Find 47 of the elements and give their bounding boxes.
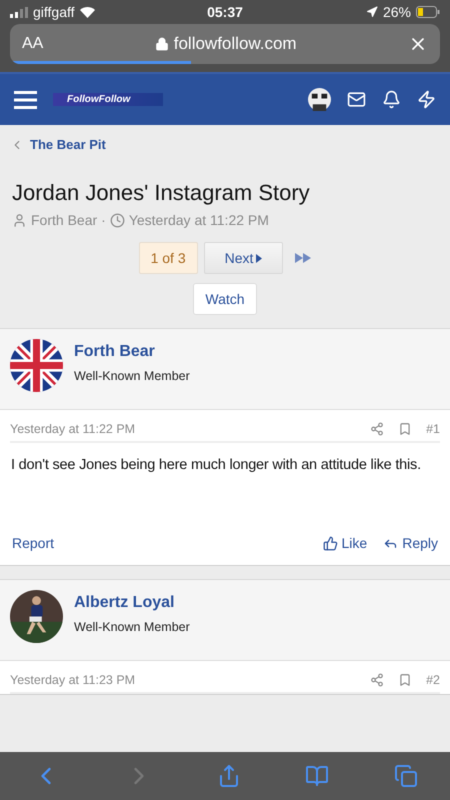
battery-icon (416, 6, 440, 18)
post-author[interactable]: Albertz Loyal (74, 594, 190, 612)
post-author[interactable]: Forth Bear (74, 343, 190, 361)
site-logo[interactable]: FollowFollow (53, 93, 163, 106)
triangle-right-icon (256, 254, 262, 262)
thumbs-up-icon (322, 536, 338, 550)
lightning-icon[interactable] (417, 90, 436, 109)
user-role: Well-Known Member (74, 369, 190, 383)
text-size-button[interactable]: AA (22, 35, 44, 53)
post-number[interactable]: #2 (426, 673, 440, 687)
clock-time: 05:37 (207, 4, 243, 20)
user-avatar[interactable] (308, 88, 331, 111)
share-icon[interactable] (370, 422, 384, 436)
post-date[interactable]: Yesterday at 11:23 PM (10, 673, 356, 687)
tabs-icon[interactable] (394, 764, 418, 788)
location-icon (366, 6, 378, 18)
post-number[interactable]: #1 (426, 422, 440, 436)
thread-title: Jordan Jones' Instagram Story (12, 180, 311, 206)
reply-button[interactable]: Reply (383, 535, 438, 551)
meta-separator: · (101, 212, 106, 228)
signal-icon (10, 6, 28, 18)
breadcrumb-link[interactable]: The Bear Pit (0, 125, 450, 164)
bookmarks-icon[interactable] (305, 764, 330, 788)
url-text: followfollow.com (174, 34, 297, 54)
report-link[interactable]: Report (12, 535, 307, 551)
bell-icon[interactable] (382, 90, 401, 109)
wifi-icon (80, 6, 95, 18)
user-role: Well-Known Member (74, 620, 190, 634)
battery-percent: 26% (382, 4, 411, 20)
carrier-name: giffgaff (33, 4, 75, 20)
like-button[interactable]: Like (322, 535, 368, 551)
user-icon (12, 212, 27, 228)
last-page-icon[interactable] (295, 253, 312, 263)
bookmark-icon[interactable] (398, 422, 412, 436)
watch-button[interactable]: Watch (193, 283, 257, 315)
share-icon[interactable] (370, 673, 384, 687)
page-indicator[interactable]: 1 of 3 (138, 242, 198, 274)
clock-icon (110, 212, 125, 228)
bookmark-icon[interactable] (398, 673, 412, 687)
next-button[interactable]: Next (204, 242, 284, 274)
address-bar[interactable]: AA followfollow.com (10, 24, 440, 64)
lock-icon (154, 37, 169, 51)
thread-date: Yesterday at 11:22 PM (128, 212, 269, 228)
post-body: I don't see Jones being here much longer with an attitude like this. (10, 456, 422, 475)
post-date[interactable]: Yesterday at 11:22 PM (10, 422, 356, 436)
menu-icon[interactable] (14, 90, 37, 108)
mail-icon[interactable] (347, 90, 366, 109)
